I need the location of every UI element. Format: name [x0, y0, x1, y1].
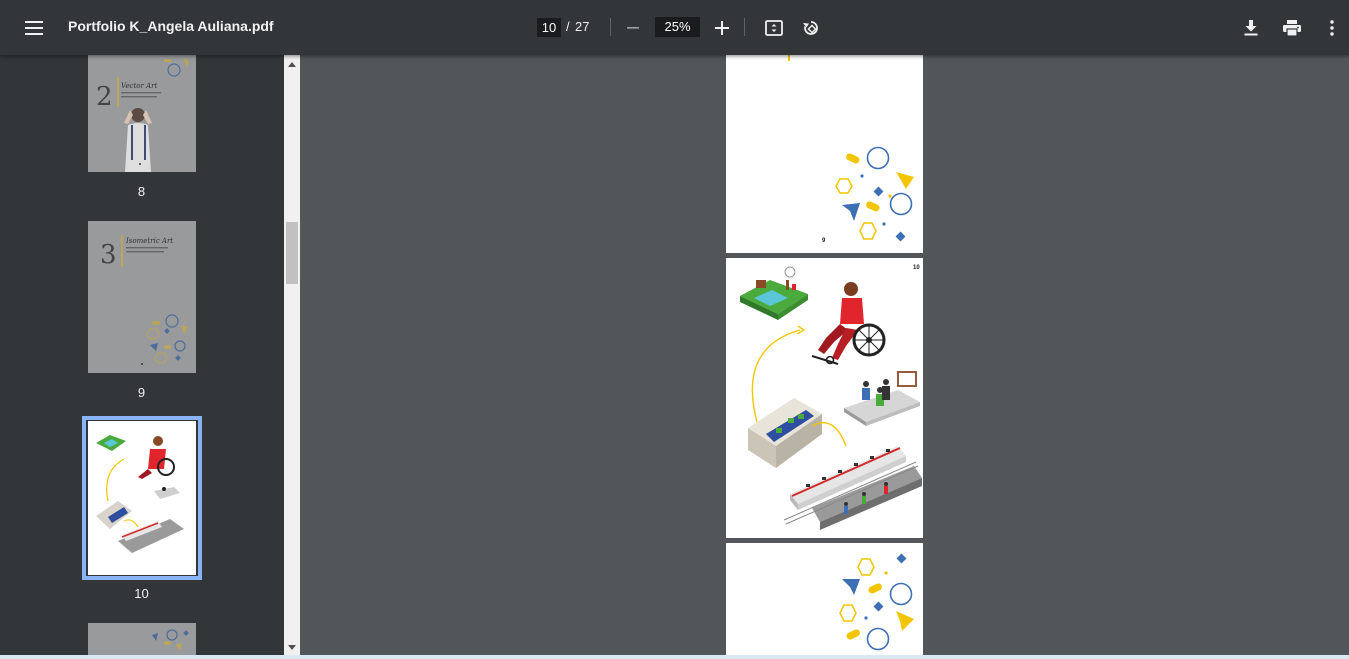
thumbnail-section-number: 2	[96, 82, 113, 112]
thumbnail-page-10-artwork	[96, 435, 184, 553]
zoom-in-icon	[715, 21, 729, 35]
page-10-artwork: 10	[740, 265, 922, 530]
sidebar-scrollbar[interactable]	[284, 55, 300, 655]
rotate-button[interactable]	[797, 14, 825, 42]
document-viewer[interactable]: 9 10	[300, 55, 1349, 659]
fit-page-button[interactable]	[760, 14, 788, 42]
fit-page-icon	[765, 20, 783, 36]
menu-icon	[25, 21, 43, 35]
zoom-out-button[interactable]	[619, 14, 647, 42]
page-9-artwork: 9	[788, 55, 914, 244]
thumbnail-section-number: 3	[100, 240, 117, 270]
zoom-input[interactable]	[655, 17, 700, 37]
page-number-label: 10	[913, 265, 920, 271]
menu-button[interactable]	[20, 14, 48, 42]
triangle-up-icon	[288, 61, 296, 67]
thumbnail-section-title: Vector Art	[121, 82, 157, 90]
pdf-page-10: 10	[726, 258, 923, 538]
zoom-out-icon	[627, 27, 639, 29]
bottom-status-strip	[0, 655, 1349, 659]
page-number-label: 9	[822, 238, 826, 244]
total-pages: 27	[575, 19, 590, 34]
download-button[interactable]	[1237, 14, 1265, 42]
thumbnail-section-title: Isometric Art	[125, 237, 173, 245]
document-title: Portfolio K_Angela Auliana.pdf	[68, 18, 274, 34]
pdf-page-9: 9	[726, 55, 923, 253]
print-icon	[1283, 20, 1301, 36]
thumbnail-page-11[interactable]	[88, 623, 196, 659]
thumbnail-page-8-artwork: 2 Vector Art	[96, 58, 189, 172]
thumbnail-label: 9	[137, 385, 146, 400]
toolbar-divider	[744, 18, 745, 36]
download-icon	[1244, 20, 1258, 36]
pdf-page-11	[726, 543, 923, 659]
toolbar-divider	[610, 18, 611, 36]
rotate-icon	[803, 21, 818, 35]
sidebar-scrollbar-thumb[interactable]	[286, 222, 298, 284]
thumbnail-page-11-artwork	[152, 629, 189, 651]
more-options-button[interactable]	[1318, 14, 1346, 42]
more-vert-icon	[1330, 20, 1334, 36]
triangle-down-icon	[288, 644, 296, 650]
page-separator: /	[566, 19, 570, 34]
scroll-down-arrow[interactable]	[284, 639, 300, 655]
scroll-up-arrow[interactable]	[284, 56, 300, 72]
zoom-in-button[interactable]	[708, 14, 736, 42]
page-11-artwork	[839, 553, 914, 651]
thumbnail-page-9[interactable]: 3 Isometric Art	[88, 221, 196, 373]
thumbnail-page-9-artwork: 3 Isometric Art	[100, 235, 188, 365]
thumbnail-label: 8	[137, 184, 146, 199]
thumbnail-page-10[interactable]	[88, 421, 196, 575]
pdf-toolbar: Portfolio K_Angela Auliana.pdf / 27	[0, 0, 1349, 55]
thumbnail-label: 10	[134, 586, 149, 601]
page-number-input[interactable]	[537, 18, 561, 37]
thumbnail-page-8[interactable]: 2 Vector Art	[88, 55, 196, 172]
print-button[interactable]	[1278, 14, 1306, 42]
